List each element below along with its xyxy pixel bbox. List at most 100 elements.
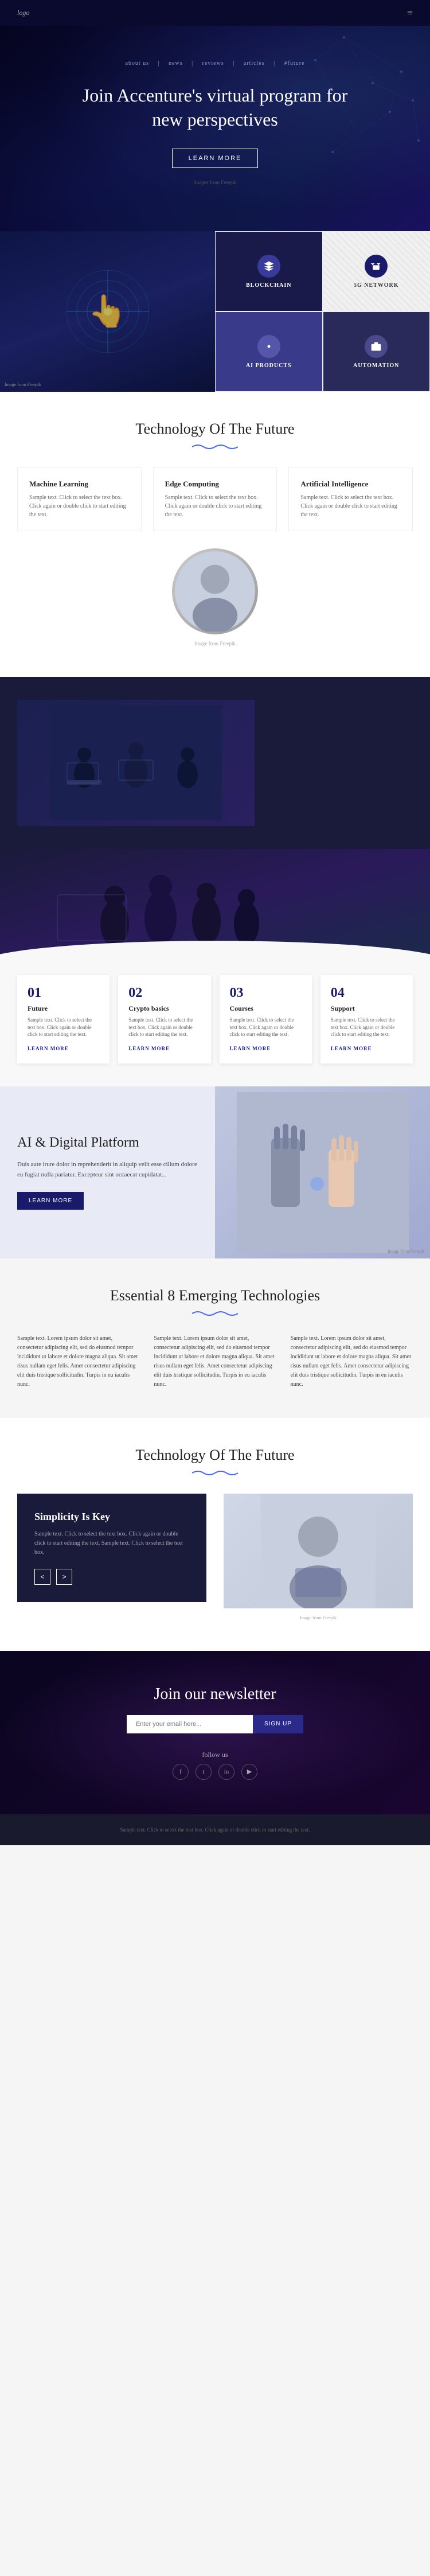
emerging-section: Essential 8 Emerging Technologies Sample…	[0, 1258, 430, 1418]
hero-nav: about us | news | reviews | articles | #…	[122, 60, 308, 67]
person-image	[172, 548, 258, 634]
automation-label: AUTOMATION	[353, 363, 399, 369]
num-card-1: 01 Future Sample text. Click to select t…	[17, 975, 110, 1063]
newsletter-section: Join our newsletter SIGN UP follow us f …	[0, 1651, 430, 1814]
nav-arrows: < >	[34, 1569, 189, 1585]
num-4-number: 04	[331, 985, 402, 1001]
hero-section: about us | news | reviews | articles | #…	[0, 26, 430, 231]
tech-card-blockchain: BLOCKCHAIN	[215, 231, 323, 311]
ai-right-panel: Image from Freepik	[215, 1086, 430, 1258]
tech-card-ai: AI PRODUCTS	[215, 311, 323, 392]
emerging-col-2: Sample text. Lorem ipsum dolor sit amet,…	[154, 1334, 276, 1389]
emerging-col-1: Sample text. Lorem ipsum dolor sit amet,…	[17, 1334, 139, 1389]
num-3-number: 03	[230, 985, 302, 1001]
future2-wave	[17, 1470, 413, 1476]
emerging-columns: Sample text. Lorem ipsum dolor sit amet,…	[17, 1334, 413, 1389]
prev-arrow[interactable]: <	[34, 1569, 50, 1585]
linkedin-icon[interactable]: in	[218, 1764, 234, 1780]
footer-text: Sample text. Click to select the text bo…	[17, 1826, 413, 1834]
emerging-text-3: Sample text. Lorem ipsum dolor sit amet,…	[291, 1334, 413, 1389]
facebook-icon[interactable]: f	[173, 1764, 189, 1780]
num-4-title: Support	[331, 1004, 402, 1013]
ai-left-panel: AI & Digital Platform Duis aute irure do…	[0, 1086, 215, 1258]
section-wave	[17, 443, 413, 450]
logo: logo	[17, 9, 29, 17]
tech-future2-title: Technology Of The Future	[17, 1447, 413, 1464]
tech-future2-section: Technology Of The Future Simplicity Is K…	[0, 1418, 430, 1651]
ml-title: Machine Learning	[29, 480, 130, 489]
ec-text: Sample text. Click to select the text bo…	[165, 493, 265, 519]
tech-future-title: Technology Of The Future	[17, 420, 413, 438]
ai-platform-title: AI & Digital Platform	[17, 1135, 198, 1151]
ai-platform-section: AI & Digital Platform Duis aute irure do…	[0, 1086, 430, 1258]
future2-inner: Simplicity Is Key Sample text. Click to …	[17, 1494, 413, 1622]
num-1-title: Future	[28, 1004, 99, 1013]
youtube-icon[interactable]: ▶	[241, 1764, 257, 1780]
numbered-section: Photo by Freepik 01 Future Sample text. …	[0, 849, 430, 1086]
feature-cards: Machine Learning Sample text. Click to s…	[17, 467, 413, 531]
numbered-top-image: Photo by Freepik	[0, 849, 430, 964]
emerging-title: Essential 8 Emerging Technologies	[17, 1287, 413, 1304]
numbered-image-credit: Photo by Freepik	[393, 955, 424, 960]
dark-people-section	[0, 677, 430, 849]
hero-cta-button[interactable]: LEARN MORE	[172, 149, 259, 168]
ai-label: AI PRODUCTS	[246, 363, 292, 369]
ai-feat-title: Artificial Intelligence	[300, 480, 401, 489]
ai-platform-text: Duis aute irure dolor in reprehenderit i…	[17, 1160, 198, 1180]
num-3-link[interactable]: LEARN MORE	[230, 1046, 271, 1051]
future2-person-image	[224, 1494, 413, 1608]
nav-reviews[interactable]: reviews	[202, 60, 224, 67]
num-2-number: 02	[128, 985, 200, 1001]
tech-card-5g: 5G NETWORK	[323, 231, 430, 311]
blockchain-icon	[257, 255, 280, 278]
feature-card-ai: Artificial Intelligence Sample text. Cli…	[288, 467, 413, 531]
nav-news[interactable]: news	[169, 60, 183, 67]
person-image-credit: Image from Freepik	[194, 641, 236, 646]
num-3-text: Sample text. Click to select the text bo…	[230, 1016, 302, 1038]
num-3-title: Courses	[230, 1004, 302, 1013]
ai-products-icon	[257, 335, 280, 358]
ai-feat-text: Sample text. Click to select the text bo…	[300, 493, 401, 519]
num-1-link[interactable]: LEARN MORE	[28, 1046, 69, 1051]
social-icons: f t in ▶	[17, 1764, 413, 1780]
num-4-link[interactable]: LEARN MORE	[331, 1046, 372, 1051]
ec-title: Edge Computing	[165, 480, 265, 489]
emerging-text-1: Sample text. Lorem ipsum dolor sit amet,…	[17, 1334, 139, 1389]
num-4-text: Sample text. Click to select the text bo…	[331, 1016, 402, 1038]
ai-cta-button[interactable]: LEARN MORE	[17, 1192, 84, 1210]
twitter-icon[interactable]: t	[196, 1764, 212, 1780]
future2-right: Image from Freepik	[224, 1494, 413, 1622]
numbered-cards-grid: 01 Future Sample text. Click to select t…	[0, 964, 430, 1086]
tech-grid-section: 👆 Image from Freepik BLOCKCHAIN 5G NETWO…	[0, 231, 430, 392]
5g-icon	[365, 255, 388, 278]
newsletter-email-input[interactable]	[127, 1715, 253, 1733]
tech-image-credit: Image from Freepik	[5, 382, 41, 387]
nav-articles[interactable]: articles	[244, 60, 265, 67]
num-2-text: Sample text. Click to select the text bo…	[128, 1016, 200, 1038]
next-arrow[interactable]: >	[56, 1569, 72, 1585]
technology-future-section: Technology Of The Future Machine Learnin…	[0, 392, 430, 677]
hero-image-credit: Images from Freepik	[193, 180, 236, 185]
simplicity-title: Simplicity Is Key	[34, 1511, 189, 1523]
num-2-link[interactable]: LEARN MORE	[128, 1046, 170, 1051]
nav-future[interactable]: #future	[284, 60, 305, 67]
nav-separator3: |	[233, 60, 237, 67]
nav-about[interactable]: about us	[125, 60, 149, 67]
emerging-text-2: Sample text. Lorem ipsum dolor sit amet,…	[154, 1334, 276, 1389]
emerging-col-3: Sample text. Lorem ipsum dolor sit amet,…	[291, 1334, 413, 1389]
5g-label: 5G NETWORK	[354, 282, 399, 289]
num-card-3: 03 Courses Sample text. Click to select …	[220, 975, 312, 1063]
center-image	[17, 548, 413, 634]
num-1-text: Sample text. Click to select the text bo…	[28, 1016, 99, 1038]
simplicity-card: Simplicity Is Key Sample text. Click to …	[17, 1494, 206, 1602]
ai-image-credit: Image from Freepik	[388, 1249, 424, 1254]
footer: Sample text. Click to select the text bo…	[0, 1814, 430, 1845]
menu-icon[interactable]: ≡	[407, 7, 413, 19]
hero-title: Join Accenture's virtual program for new…	[72, 84, 358, 131]
tech-grid-image: 👆 Image from Freepik	[0, 231, 215, 392]
simplicity-text: Sample text. Click to select the text bo…	[34, 1530, 189, 1557]
newsletter-signup-button[interactable]: SIGN UP	[253, 1715, 303, 1733]
emerging-wave	[17, 1310, 413, 1317]
future2-image-credit: Image from Freepik	[300, 1615, 337, 1620]
nav-separator4: |	[273, 60, 277, 67]
